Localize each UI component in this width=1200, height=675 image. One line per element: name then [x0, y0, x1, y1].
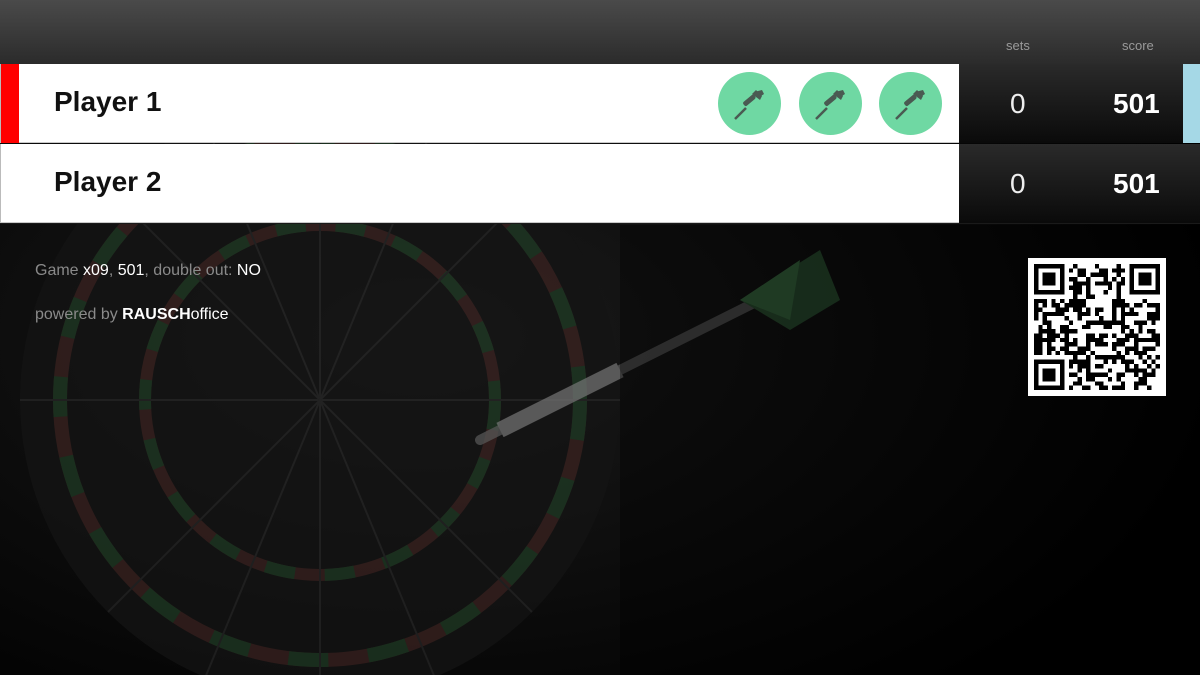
- sets-column-label: sets: [1006, 38, 1030, 53]
- brand-name-rest: office: [190, 306, 229, 323]
- dart-icon: [799, 72, 862, 135]
- game-info: Game x09, 501, double out: NO: [35, 262, 261, 280]
- score-cell: [959, 144, 1200, 223]
- player-name: Player 2: [54, 166, 162, 197]
- dart-icon: [879, 72, 942, 135]
- player-score: 501: [1113, 88, 1160, 119]
- game-variant: x09: [83, 262, 109, 279]
- powered-by: powered by RAUSCHoffice: [35, 306, 229, 324]
- score-column-label: score: [1122, 38, 1154, 53]
- qr-code[interactable]: [1028, 258, 1166, 396]
- powered-by-prefix: powered by: [35, 306, 123, 323]
- player-sets: 0: [1010, 88, 1026, 119]
- player-name-cell: Player 1: [0, 64, 959, 143]
- game-info-prefix: Game: [35, 262, 84, 279]
- double-out-label: , double out:: [144, 262, 237, 279]
- brand-name-bold: RAUSCH: [122, 306, 191, 323]
- player-row: Player 1 0 501: [0, 64, 1200, 143]
- dart-icon: [718, 72, 781, 135]
- turn-indicator: [1183, 64, 1200, 143]
- player-name: Player 1: [54, 86, 162, 117]
- active-player-indicator: [1, 64, 19, 143]
- scoreboard-header: sets score: [0, 0, 1200, 64]
- start-score: 501: [117, 262, 145, 279]
- player-sets: 0: [1010, 168, 1026, 199]
- double-out-value: NO: [236, 262, 261, 279]
- game-info-separator: ,: [108, 262, 118, 279]
- player-score: 501: [1113, 168, 1160, 199]
- player-row: Player 2 0 501: [0, 144, 1200, 224]
- player-name-cell: Player 2: [0, 144, 959, 223]
